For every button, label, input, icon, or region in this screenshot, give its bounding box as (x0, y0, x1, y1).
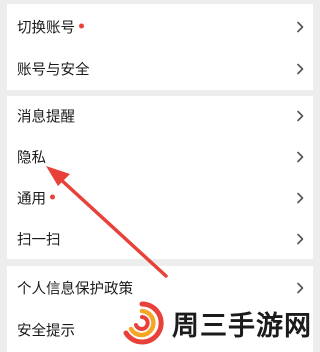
settings-group-account: 切换账号 账号与安全 (7, 4, 313, 90)
chevron-right-icon (297, 21, 304, 33)
settings-item-label-wrap: 消息提醒 (17, 106, 75, 127)
settings-item-label: 消息提醒 (17, 109, 75, 126)
watermark-text: 周三手游网 (172, 310, 312, 342)
settings-item-label-wrap: 安全提示 (17, 320, 75, 341)
settings-item-account-security[interactable]: 账号与安全 (7, 49, 313, 89)
settings-item-switch-account[interactable]: 切换账号 (7, 7, 313, 47)
watermark-logo-icon (122, 301, 164, 345)
chevron-right-icon (297, 192, 304, 204)
chevron-right-icon (297, 63, 304, 75)
notification-dot (79, 23, 84, 28)
settings-item-general[interactable]: 通用 (7, 178, 313, 218)
settings-item-label-wrap: 隐私 (17, 147, 46, 168)
chevron-right-icon (297, 233, 304, 245)
chevron-right-icon (297, 282, 304, 294)
settings-item-label-wrap: 个人信息保护政策 (17, 278, 133, 299)
settings-item-label: 通用 (17, 191, 46, 208)
settings-item-label-wrap: 通用 (17, 188, 55, 209)
settings-item-label: 切换账号 (17, 20, 75, 37)
settings-item-label: 安全提示 (17, 323, 75, 340)
settings-item-label-wrap: 扫一扫 (17, 229, 61, 250)
watermark: 周三手游网 (120, 300, 318, 346)
settings-item-notifications[interactable]: 消息提醒 (7, 96, 313, 136)
settings-item-label-wrap: 切换账号 (17, 17, 84, 38)
settings-item-label: 隐私 (17, 150, 46, 167)
settings-item-privacy[interactable]: 隐私 (7, 137, 313, 177)
settings-item-scan[interactable]: 扫一扫 (7, 219, 313, 259)
settings-group-general: 消息提醒 隐私 通用 扫一扫 (7, 96, 313, 259)
settings-item-label: 扫一扫 (17, 232, 61, 249)
settings-item-label-wrap: 账号与安全 (17, 59, 90, 80)
notification-dot (50, 194, 55, 199)
chevron-right-icon (297, 151, 304, 163)
settings-item-label: 账号与安全 (17, 62, 90, 79)
chevron-right-icon (297, 110, 304, 122)
settings-item-label: 个人信息保护政策 (17, 281, 133, 298)
